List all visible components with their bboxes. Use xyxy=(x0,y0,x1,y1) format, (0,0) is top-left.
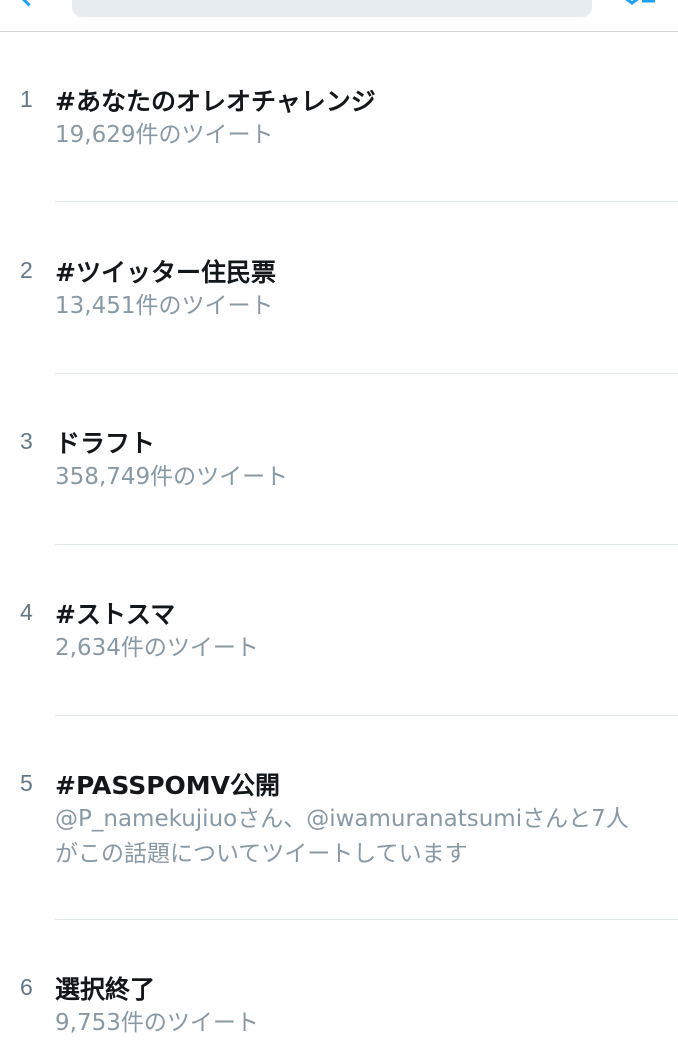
trend-name: #PASSPOMV公開 xyxy=(55,771,281,800)
trend-name: #あなたのオレオチャレンジ xyxy=(55,87,376,116)
trend-item[interactable]: 3 ドラフト 358,749件のツイート xyxy=(0,374,678,545)
trend-rank: 1 xyxy=(20,86,33,112)
trend-name: ドラフト xyxy=(55,429,156,458)
trends-list: 1 #あなたのオレオチャレンジ 19,629件のツイート 2 #ツイッター住民票… xyxy=(0,32,678,1060)
trend-rank: 2 xyxy=(20,257,33,283)
trend-rank: 4 xyxy=(20,599,33,625)
trend-rank: 5 xyxy=(20,770,33,796)
trend-tweet-count: 2,634件のツイート xyxy=(55,635,259,661)
top-navigation-bar xyxy=(0,0,678,32)
trend-rank: 3 xyxy=(20,428,33,454)
trend-name: #ストスマ xyxy=(55,600,176,629)
divider xyxy=(55,201,678,202)
settings-icon[interactable] xyxy=(622,0,656,6)
trend-rank: 6 xyxy=(20,974,33,1000)
trend-item[interactable]: 4 #ストスマ 2,634件のツイート xyxy=(0,545,678,716)
trend-tweet-count: 358,749件のツイート xyxy=(55,464,289,490)
trend-name: #ツイッター住民票 xyxy=(55,258,276,287)
trend-tweet-count: 13,451件のツイート xyxy=(55,293,274,319)
search-input[interactable] xyxy=(72,0,592,17)
trend-name: 選択終了 xyxy=(55,975,156,1004)
trend-tweet-summary: @P_namekujiuoさん、@iwamuranatsumiさんと7人がこの話… xyxy=(55,806,629,867)
chevron-left-icon[interactable] xyxy=(16,0,41,7)
trend-item[interactable]: 1 #あなたのオレオチャレンジ 19,629件のツイート xyxy=(0,32,678,203)
trend-item[interactable]: 6 選択終了 9,753件のツイート xyxy=(0,920,678,1060)
trend-item[interactable]: 2 #ツイッター住民票 13,451件のツイート xyxy=(0,203,678,374)
trend-item[interactable]: 5 #PASSPOMV公開 @P_namekujiuoさん、@iwamurana… xyxy=(0,716,678,920)
trend-tweet-count: 19,629件のツイート xyxy=(55,122,274,148)
